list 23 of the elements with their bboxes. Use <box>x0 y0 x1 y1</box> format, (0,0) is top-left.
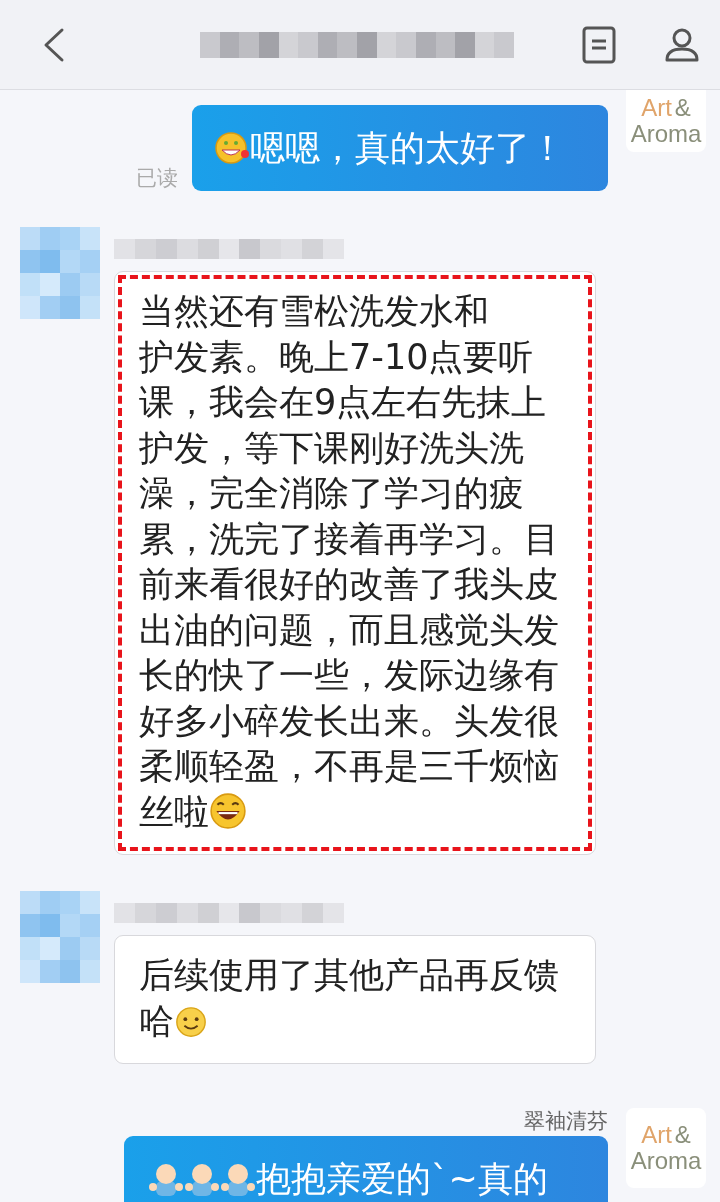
baby-figure-icon <box>148 1161 184 1197</box>
message-text: 后续使用了其他产品再反馈哈 <box>139 955 559 1041</box>
logo-text: Art <box>641 95 672 121</box>
logo-avatar[interactable]: Art& Aroma <box>626 90 706 152</box>
logo-text: & <box>674 1122 691 1148</box>
baby-figure-icon <box>220 1161 256 1197</box>
back-icon[interactable] <box>42 26 66 63</box>
message-text: 嗯嗯，真的太好了！ <box>250 127 566 170</box>
message-text: 当然还有雪松洗发水和 护发素。晚上7-10点要听课，我会在9点左右先抹上护发，等下课刚好洗头洗澡，完全消除了学习的疲累，洗完了接着再学习。目前来看很好的改善了我头皮出油的问题，而且感觉头发长的快了一些，发际边缘有好多小碎发长出来。头发很柔顺轻盈，不再是三千烦恼丝啦 <box>139 291 559 832</box>
grinning-face-icon <box>214 130 250 166</box>
document-icon[interactable] <box>582 25 616 64</box>
baby-figure-icon <box>184 1161 220 1197</box>
message-text: 抱抱亲爱的`~真的 <box>256 1158 549 1201</box>
profile-icon[interactable] <box>664 26 700 63</box>
read-status: 已读 <box>136 165 178 191</box>
logo-text: Aroma <box>630 1148 702 1174</box>
sender-name: 翠袖清芬 <box>524 1108 608 1134</box>
logo-text: & <box>674 95 691 121</box>
logo-text: Art <box>641 1122 672 1148</box>
laughing-face-icon <box>209 791 247 830</box>
logo-avatar[interactable]: Art& Aroma <box>626 1108 706 1188</box>
smiling-face-icon <box>174 1004 208 1039</box>
logo-text: Aroma <box>630 121 702 147</box>
